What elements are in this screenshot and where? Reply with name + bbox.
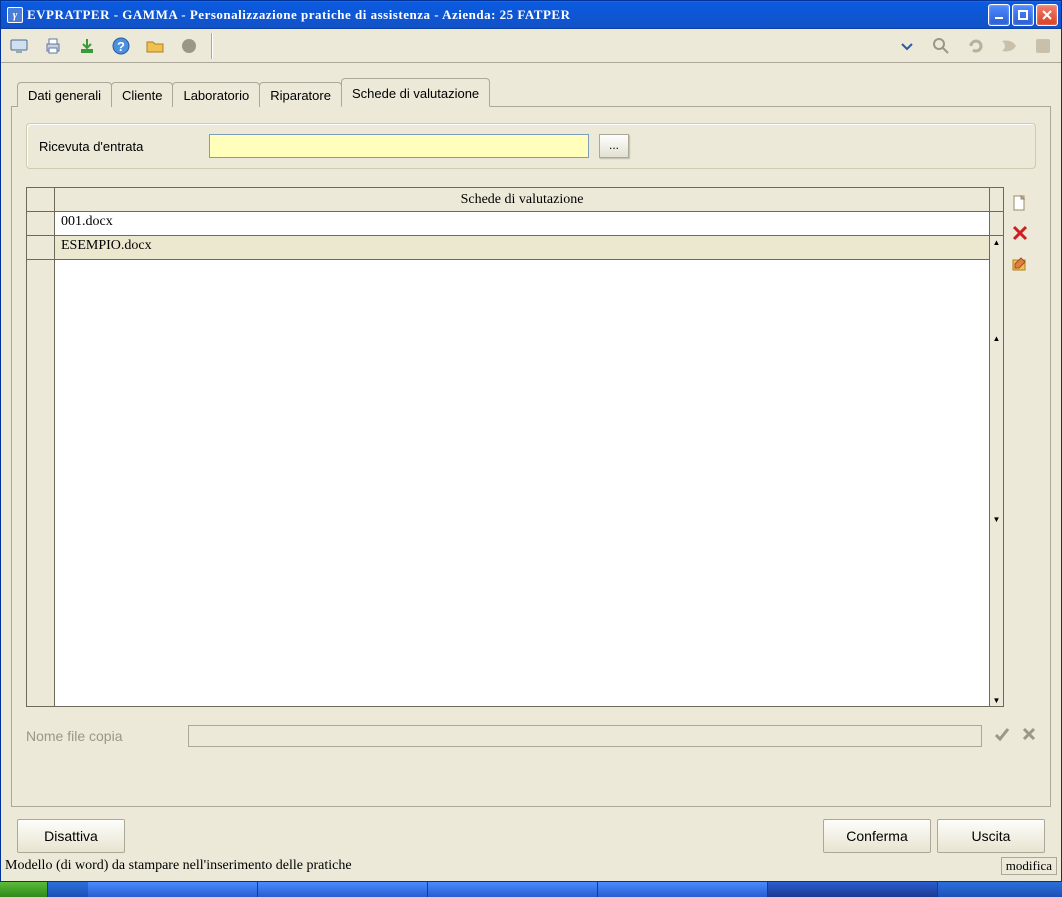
- help-icon[interactable]: ?: [107, 32, 135, 60]
- scroll-bottom-icon[interactable]: ▼: [990, 513, 1003, 525]
- scroll-up-icon[interactable]: ▲: [990, 236, 1003, 248]
- scroll-down-icon[interactable]: ▼: [990, 694, 1003, 706]
- grid-rowheader[interactable]: [27, 212, 54, 236]
- taskbar-item[interactable]: [598, 882, 768, 897]
- delete-icon[interactable]: [1010, 223, 1030, 243]
- toolbar-separator: [211, 33, 213, 59]
- disattiva-button[interactable]: Disattiva: [17, 819, 125, 853]
- tab-dati-generali[interactable]: Dati generali: [17, 82, 112, 107]
- tabstrip: Dati generali Cliente Laboratorio Ripara…: [11, 77, 1051, 107]
- client-area: Dati generali Cliente Laboratorio Ripara…: [1, 77, 1061, 807]
- titlebar: γ EVPRATPER - GAMMA - Personalizzazione …: [1, 1, 1061, 29]
- ricevuta-box: Ricevuta d'entrata ...: [26, 123, 1036, 169]
- taskbar-item[interactable]: [258, 882, 428, 897]
- copy-input: [188, 725, 982, 747]
- minimize-button[interactable]: [988, 4, 1010, 26]
- tab-body: Ricevuta d'entrata ... Schede di valutaz…: [11, 107, 1051, 807]
- tab-schede-valutazione[interactable]: Schede di valutazione: [341, 78, 490, 107]
- main-window: γ EVPRATPER - GAMMA - Personalizzazione …: [0, 0, 1062, 882]
- taskbar-item[interactable]: [428, 882, 598, 897]
- grid-main: Schede di valutazione 001.docx ESEMPIO.d…: [54, 187, 990, 707]
- tab-riparatore[interactable]: Riparatore: [259, 82, 342, 107]
- copy-row: Nome file copia: [26, 725, 1036, 747]
- svg-text:?: ?: [117, 39, 125, 54]
- grid-side-toolbar: [1004, 187, 1036, 707]
- conferma-button[interactable]: Conferma: [823, 819, 931, 853]
- toolbar: ?: [1, 29, 1061, 63]
- grid-scrollbar[interactable]: ▲ ▲ ▼ ▼: [990, 187, 1004, 707]
- edit-icon[interactable]: [1010, 253, 1030, 273]
- app-icon: γ: [7, 7, 23, 23]
- status-bar: Modello (di word) da stampare nell'inser…: [5, 855, 1057, 877]
- close-button[interactable]: [1036, 4, 1058, 26]
- window-title: EVPRATPER - GAMMA - Personalizzazione pr…: [27, 7, 988, 23]
- status-mode: modifica: [1001, 857, 1057, 875]
- stop-icon[interactable]: [1029, 32, 1057, 60]
- ricevuta-input[interactable]: [209, 134, 589, 158]
- footer-buttons: Disattiva Conferma Uscita: [1, 819, 1061, 853]
- copy-label: Nome file copia: [26, 728, 176, 744]
- dropdown-arrow-icon[interactable]: [893, 32, 921, 60]
- grid-corner: [27, 188, 54, 212]
- folder-icon[interactable]: [141, 32, 169, 60]
- grid-rowheader-column: [26, 187, 54, 707]
- record-icon[interactable]: [175, 32, 203, 60]
- maximize-button[interactable]: [1012, 4, 1034, 26]
- taskbar-item[interactable]: [768, 882, 938, 897]
- taskbar[interactable]: [0, 882, 1062, 897]
- export-icon[interactable]: [73, 32, 101, 60]
- grid-rowheader[interactable]: [27, 236, 54, 260]
- undo-icon[interactable]: [961, 32, 989, 60]
- forward-icon[interactable]: [995, 32, 1023, 60]
- grid-column-header[interactable]: Schede di valutazione: [55, 188, 989, 212]
- scroll-top-icon[interactable]: ▲: [990, 332, 1003, 344]
- screen-icon[interactable]: [5, 32, 33, 60]
- start-button[interactable]: [0, 882, 48, 897]
- ricevuta-label: Ricevuta d'entrata: [39, 139, 199, 154]
- search-icon[interactable]: [927, 32, 955, 60]
- new-doc-icon[interactable]: [1010, 193, 1030, 213]
- status-text: Modello (di word) da stampare nell'inser…: [5, 858, 1001, 874]
- uscita-button[interactable]: Uscita: [937, 819, 1045, 853]
- taskbar-item[interactable]: [88, 882, 258, 897]
- cancel-copy-icon: [1022, 727, 1036, 746]
- grid-area: Schede di valutazione 001.docx ESEMPIO.d…: [26, 187, 1036, 707]
- tab-laboratorio[interactable]: Laboratorio: [172, 82, 260, 107]
- ricevuta-browse-button[interactable]: ...: [599, 134, 629, 158]
- confirm-copy-icon: [994, 726, 1010, 747]
- grid-row[interactable]: ESEMPIO.docx: [55, 236, 989, 260]
- tab-cliente[interactable]: Cliente: [111, 82, 173, 107]
- grid-row[interactable]: 001.docx: [55, 212, 989, 236]
- print-icon[interactable]: [39, 32, 67, 60]
